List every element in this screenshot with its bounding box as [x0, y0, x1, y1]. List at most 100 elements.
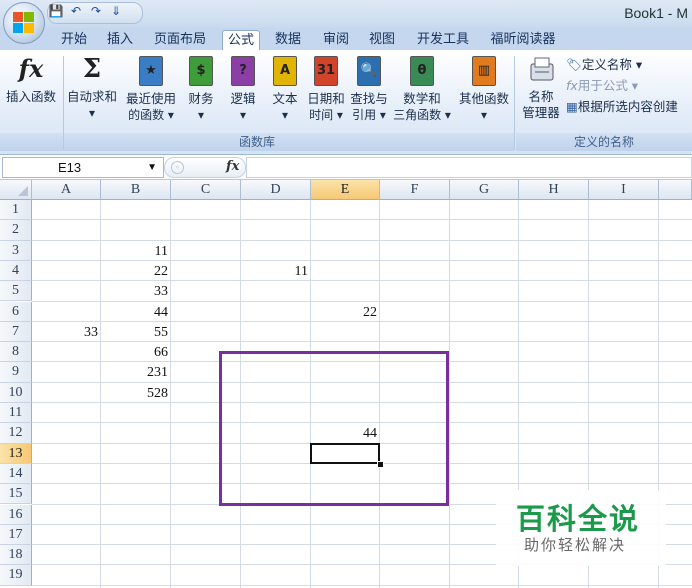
select-all-button[interactable] — [0, 180, 32, 200]
ribbon-button-9[interactable]: ▥ 其他函数 ▾ — [454, 54, 514, 123]
column-header-B[interactable]: B — [101, 180, 171, 200]
column-header-I[interactable]: I — [589, 180, 659, 200]
ribbon-button-label: 自动求和 — [66, 89, 117, 104]
row-header-5[interactable]: 5 — [0, 281, 32, 302]
row-header-8[interactable]: 8 — [0, 342, 32, 363]
tab-4[interactable]: 数据 — [268, 30, 308, 50]
row-header-4[interactable]: 4 — [0, 260, 32, 282]
cell-B5[interactable]: 33 — [101, 281, 171, 301]
chevron-down-icon[interactable]: ▼ — [147, 158, 157, 177]
formula-input[interactable] — [246, 157, 692, 178]
row-header-14[interactable]: 14 — [0, 463, 32, 485]
tab-2[interactable]: 页面布局 — [148, 30, 212, 50]
row-header-11[interactable]: 11 — [0, 403, 32, 424]
ribbon-button-6[interactable]: 31 日期和 时间 ▾ — [306, 54, 346, 123]
cell-B4[interactable]: 22 — [101, 261, 171, 281]
name-box[interactable]: E13 ▼ — [2, 157, 164, 178]
ribbon-button-1[interactable]: Σ 自动求和 ▾ — [64, 54, 120, 121]
column-header-G[interactable]: G — [450, 180, 519, 200]
ribbon-button-sublabel: ▾ — [197, 108, 205, 122]
tab-8[interactable]: 福昕阅读器 — [486, 30, 560, 50]
cell-A7[interactable]: 33 — [32, 322, 101, 342]
fill-handle[interactable] — [377, 460, 384, 468]
name-box-value: E13 — [58, 160, 82, 175]
active-cell[interactable] — [310, 442, 380, 464]
column-header-H[interactable]: H — [519, 180, 589, 200]
expand-icon[interactable]: ◦ — [171, 161, 184, 174]
tab-6[interactable]: 视图 — [362, 30, 402, 50]
row-header-19[interactable]: 19 — [0, 565, 32, 586]
ribbon-button-label: 插入函数 — [5, 89, 56, 104]
ribbon-button-8[interactable]: θ 数学和 三角函数 ▾ — [392, 54, 452, 123]
cell-B6[interactable]: 44 — [101, 302, 171, 322]
row-header-18[interactable]: 18 — [0, 545, 32, 566]
recent-functions-icon: ★ — [137, 56, 165, 88]
row-header-13[interactable]: 13 — [0, 443, 32, 464]
cell-B10[interactable]: 528 — [101, 383, 171, 403]
column-header-C[interactable]: C — [171, 180, 241, 200]
row-header-1[interactable]: 1 — [0, 200, 32, 221]
insert-function-fx-icon[interactable]: fx — [226, 159, 239, 174]
row-header-7[interactable]: 7 — [0, 321, 32, 343]
ribbon-button-2[interactable]: ★ 最近使用 的函数 ▾ — [122, 54, 180, 123]
cell-B3[interactable]: 11 — [101, 241, 171, 261]
ribbon-button-5[interactable]: A 文本 ▾ — [266, 54, 304, 123]
column-header-A[interactable]: A — [32, 180, 101, 200]
row-header-16[interactable]: 16 — [0, 504, 32, 525]
watermark: 百科全说 助你轻松解决 — [496, 490, 666, 566]
undo-icon[interactable]: ↶ — [68, 3, 84, 19]
row-header-15[interactable]: 15 — [0, 484, 32, 505]
select-all-icon — [18, 186, 28, 196]
tab-3[interactable]: 公式 — [222, 30, 260, 52]
column-header-F[interactable]: F — [380, 180, 450, 200]
office-button[interactable] — [3, 2, 45, 44]
tab-0[interactable]: 开始 — [56, 30, 92, 50]
use-in-formula-icon: fx — [566, 78, 578, 93]
column-header-E[interactable]: E — [311, 180, 380, 200]
use-in-formula-button[interactable]: fx用于公式 ▾ — [566, 77, 638, 95]
ribbon-button-sublabel: 引用 ▾ — [352, 108, 386, 122]
ribbon-button-label: 数学和 — [403, 91, 441, 106]
cell-B9[interactable]: 231 — [101, 362, 171, 382]
name-manager-button[interactable]: 名称 管理器 — [518, 54, 564, 121]
redo-icon[interactable]: ↷ — [88, 3, 104, 19]
row-header-6[interactable]: 6 — [0, 301, 32, 322]
row-header-2[interactable]: 2 — [0, 220, 32, 241]
tab-7[interactable]: 开发工具 — [408, 30, 478, 50]
formula-bar: E13 ▼ ◦ fx — [0, 155, 692, 180]
define-name-button[interactable]: 🏷定义名称 ▾ — [566, 56, 642, 74]
ribbon-button-sublabel: ▾ — [88, 106, 96, 120]
cell-E6[interactable]: 22 — [311, 302, 380, 322]
cell-B8[interactable]: 66 — [101, 342, 171, 362]
cell-B7[interactable]: 55 — [101, 322, 171, 342]
row-header-17[interactable]: 17 — [0, 524, 32, 546]
ribbon-button-label: 逻辑 — [230, 91, 256, 106]
row-header-12[interactable]: 12 — [0, 423, 32, 444]
tab-1[interactable]: 插入 — [102, 30, 138, 50]
row-header-10[interactable]: 10 — [0, 382, 32, 403]
ribbon-button-7[interactable]: 🔍 查找与 引用 ▾ — [348, 54, 390, 123]
row-header-9[interactable]: 9 — [0, 362, 32, 383]
group-label-defined-names: 定义的名称 — [516, 133, 692, 151]
customize-icon[interactable]: ⇓ — [108, 3, 124, 19]
create-from-selection-button[interactable]: ▦根据所选内容创建 — [566, 98, 678, 116]
math-trig-icon: θ — [408, 56, 436, 88]
ribbon-button-0[interactable]: fx 插入函数 — [2, 54, 60, 105]
ribbon-button-label: 文本 — [272, 91, 298, 106]
create-from-selection-icon: ▦ — [566, 99, 578, 114]
office-logo-icon — [13, 12, 35, 34]
name-manager-label-1: 名称 — [528, 89, 554, 104]
text-icon: A — [271, 56, 299, 88]
save-icon[interactable]: 💾 — [48, 3, 64, 19]
group-separator — [514, 56, 515, 150]
column-header-partial[interactable] — [659, 180, 692, 200]
ribbon-button-4[interactable]: ? 逻辑 ▾ — [224, 54, 262, 123]
column-header-D[interactable]: D — [241, 180, 311, 200]
row-header-3[interactable]: 3 — [0, 240, 32, 261]
cell-D4[interactable]: 11 — [241, 261, 311, 281]
ribbon-button-3[interactable]: $ 财务 ▾ — [182, 54, 220, 123]
tab-5[interactable]: 审阅 — [316, 30, 356, 50]
autosum-icon: Σ — [82, 54, 102, 84]
name-manager-label-2: 管理器 — [522, 105, 560, 120]
use-in-formula-label: 用于公式 ▾ — [577, 78, 639, 93]
